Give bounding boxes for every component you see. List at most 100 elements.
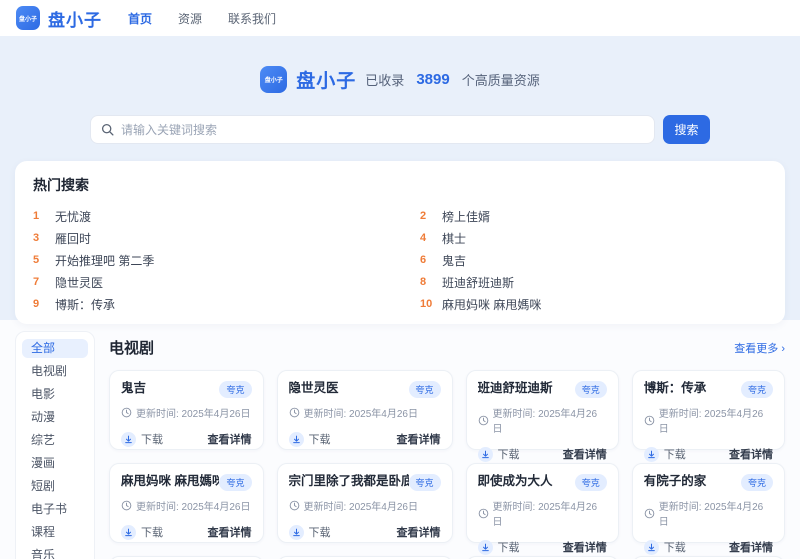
hot-rank: 1 — [33, 210, 55, 222]
search-input[interactable] — [121, 123, 644, 137]
sidebar-item-course[interactable]: 课程 — [22, 523, 88, 542]
details-button[interactable]: 查看详情 — [563, 446, 607, 462]
resource-card[interactable]: 麻甩妈咪 麻甩媽咪 夸克 更新时间: 2025年4月26日 下载 查看详情 — [109, 463, 264, 543]
hot-search-item[interactable]: 1 无忧渡 — [33, 205, 380, 227]
details-button[interactable]: 查看详情 — [563, 539, 607, 555]
resource-card[interactable]: 鬼吉 夸克 更新时间: 2025年4月26日 下载 查看详情 — [109, 370, 264, 450]
download-button[interactable]: 下载 — [121, 431, 163, 447]
clock-icon — [644, 415, 655, 426]
hot-title: 隐世灵医 — [55, 274, 103, 291]
nav-item-contact[interactable]: 联系我们 — [228, 10, 276, 27]
sidebar-item-movie[interactable]: 电影 — [22, 385, 88, 404]
hot-title: 棋士 — [442, 230, 466, 247]
hot-rank: 9 — [33, 298, 55, 310]
download-button[interactable]: 下载 — [289, 431, 331, 447]
search-row: 搜索 — [0, 115, 800, 144]
search-box[interactable] — [90, 115, 655, 144]
card-title: 鬼吉 — [121, 381, 150, 396]
download-button[interactable]: 下载 — [644, 539, 686, 555]
card-title: 即使成为大人 — [478, 474, 557, 489]
main-area: 电视剧 查看更多 › 鬼吉 夸克 更新时间: 2025年4月26日 下载 — [109, 331, 785, 559]
details-button[interactable]: 查看详情 — [729, 539, 773, 555]
download-button[interactable]: 下载 — [121, 524, 163, 540]
card-updated: 更新时间: 2025年4月26日 — [659, 405, 773, 435]
hot-title: 博斯：传承 — [55, 296, 115, 313]
sidebar-item-music[interactable]: 音乐 — [22, 546, 88, 559]
navbar: 盘小子 盘小子 首页 资源 联系我们 — [0, 0, 800, 36]
nav-item-home[interactable]: 首页 — [128, 10, 152, 27]
hot-search-item[interactable]: 4 棋士 — [420, 227, 767, 249]
hot-title: 无忧渡 — [55, 208, 91, 225]
hot-title: 榜上佳婿 — [442, 208, 490, 225]
resource-cards-grid: 鬼吉 夸克 更新时间: 2025年4月26日 下载 查看详情 隐世 — [109, 370, 785, 559]
hot-search-item[interactable]: 6 鬼吉 — [420, 249, 767, 271]
card-title: 有院子的家 — [644, 474, 711, 489]
hot-rank: 3 — [33, 232, 55, 244]
download-icon — [644, 447, 659, 462]
hot-search-item[interactable]: 3 雁回时 — [33, 227, 380, 249]
card-updated: 更新时间: 2025年4月26日 — [136, 405, 251, 420]
resource-card[interactable]: 即使成为大人 夸克 更新时间: 2025年4月26日 下载 查看详情 — [466, 463, 619, 543]
resource-card[interactable]: 有院子的家 夸克 更新时间: 2025年4月26日 下载 查看详情 — [632, 463, 785, 543]
hot-search-item[interactable]: 2 榜上佳婿 — [420, 205, 767, 227]
nav-item-resources[interactable]: 资源 — [178, 10, 202, 27]
download-label: 下载 — [664, 446, 686, 462]
sidebar-item-all[interactable]: 全部 — [22, 339, 88, 358]
hot-rank: 8 — [420, 276, 442, 288]
brand-name[interactable]: 盘小子 — [48, 6, 102, 31]
download-icon — [478, 540, 493, 555]
hot-rank: 5 — [33, 254, 55, 266]
download-label: 下载 — [498, 446, 520, 462]
clock-icon — [289, 500, 300, 511]
sidebar-item-variety[interactable]: 综艺 — [22, 431, 88, 450]
hot-rank: 6 — [420, 254, 442, 266]
hot-title: 麻甩妈咪 麻甩媽咪 — [442, 296, 541, 313]
card-title: 宗门里除了我都是卧底 — [289, 474, 409, 489]
sidebar-item-tv[interactable]: 电视剧 — [22, 362, 88, 381]
search-button[interactable]: 搜索 — [663, 115, 710, 144]
download-icon — [121, 432, 136, 447]
hot-rank: 7 — [33, 276, 55, 288]
download-button[interactable]: 下载 — [478, 446, 520, 462]
hot-search-item[interactable]: 7 隐世灵医 — [33, 271, 380, 293]
download-button[interactable]: 下载 — [644, 446, 686, 462]
resource-card[interactable]: 博斯：传承 夸克 更新时间: 2025年4月26日 下载 查看详情 — [632, 370, 785, 450]
nav-menu: 首页 资源 联系我们 — [128, 10, 276, 27]
clock-icon — [478, 508, 489, 519]
sidebar-item-anime[interactable]: 动漫 — [22, 408, 88, 427]
view-more-link[interactable]: 查看更多 › — [734, 340, 785, 356]
quark-badge: 夸克 — [741, 381, 773, 398]
clock-icon — [121, 500, 132, 511]
download-button[interactable]: 下载 — [478, 539, 520, 555]
hot-search-item[interactable]: 8 班迪舒班迪斯 — [420, 271, 767, 293]
details-button[interactable]: 查看详情 — [208, 524, 252, 540]
resource-card[interactable]: 班迪舒班迪斯 夸克 更新时间: 2025年4月26日 下载 查看详情 — [466, 370, 619, 450]
details-button[interactable]: 查看详情 — [729, 446, 773, 462]
quark-badge: 夸克 — [219, 381, 251, 398]
site-logo-icon[interactable]: 盘小子 — [16, 6, 40, 30]
card-updated: 更新时间: 2025年4月26日 — [136, 498, 251, 513]
hero-title-row: 盘小子 盘小子 已收录 3899 个高质量资源 — [0, 66, 800, 93]
clock-icon — [644, 508, 655, 519]
download-label: 下载 — [309, 431, 331, 447]
download-button[interactable]: 下载 — [289, 524, 331, 540]
sidebar-item-short-drama[interactable]: 短剧 — [22, 477, 88, 496]
quark-badge: 夸克 — [409, 474, 441, 491]
details-button[interactable]: 查看详情 — [208, 431, 252, 447]
resource-card[interactable]: 隐世灵医 夸克 更新时间: 2025年4月26日 下载 查看详情 — [277, 370, 453, 450]
resource-card[interactable]: 宗门里除了我都是卧底 夸克 更新时间: 2025年4月26日 下载 查看详情 — [277, 463, 453, 543]
hot-search-item[interactable]: 9 博斯：传承 — [33, 293, 380, 315]
details-button[interactable]: 查看详情 — [397, 431, 441, 447]
quark-badge: 夸克 — [409, 381, 441, 398]
hot-title: 雁回时 — [55, 230, 91, 247]
hot-search-item[interactable]: 10 麻甩妈咪 麻甩媽咪 — [420, 293, 767, 315]
search-icon — [101, 123, 114, 136]
sidebar-item-comic[interactable]: 漫画 — [22, 454, 88, 473]
details-button[interactable]: 查看详情 — [397, 524, 441, 540]
hot-search-item[interactable]: 5 开始推理吧 第二季 — [33, 249, 380, 271]
hero-logo-icon: 盘小子 — [260, 66, 287, 93]
quark-badge: 夸克 — [575, 381, 607, 398]
card-title: 麻甩妈咪 麻甩媽咪 — [121, 474, 219, 489]
sidebar-item-ebook[interactable]: 电子书 — [22, 500, 88, 519]
hot-search-col-left: 1 无忧渡 3 雁回时 5 开始推理吧 第二季 7 隐世灵医 9 博斯：传承 — [33, 205, 380, 315]
